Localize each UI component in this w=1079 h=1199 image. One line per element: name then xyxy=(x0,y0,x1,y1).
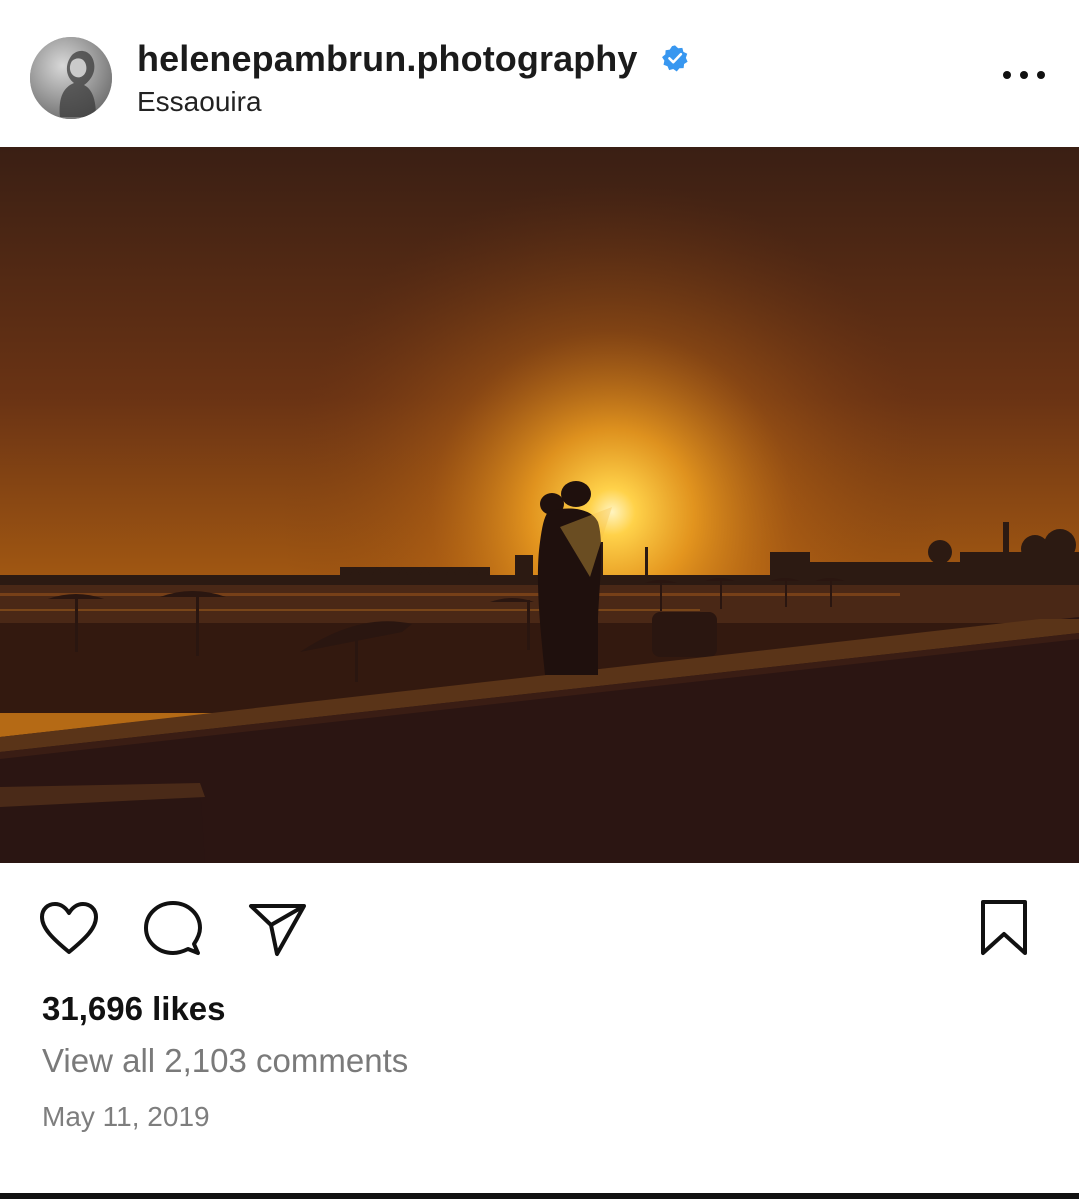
post-location[interactable]: Essaouira xyxy=(137,86,262,118)
bottom-divider xyxy=(0,1193,1079,1199)
likes-count[interactable]: 31,696 likes xyxy=(42,990,226,1028)
action-bar xyxy=(0,880,1079,980)
view-comments-link[interactable]: View all 2,103 comments xyxy=(42,1042,408,1080)
post-photo[interactable] xyxy=(0,147,1079,863)
verified-badge-icon xyxy=(662,45,688,72)
post-header: helenepambrun.photography Essaouira xyxy=(0,0,1079,147)
post-date: May 11, 2019 xyxy=(42,1101,210,1132)
avatar[interactable] xyxy=(30,37,112,119)
heart-icon[interactable] xyxy=(38,900,100,956)
username[interactable]: helenepambrun.photography xyxy=(137,38,638,80)
send-icon[interactable] xyxy=(247,900,309,958)
bookmark-icon[interactable] xyxy=(978,898,1030,958)
comment-icon[interactable] xyxy=(142,898,204,958)
more-options-icon[interactable] xyxy=(999,58,1049,88)
